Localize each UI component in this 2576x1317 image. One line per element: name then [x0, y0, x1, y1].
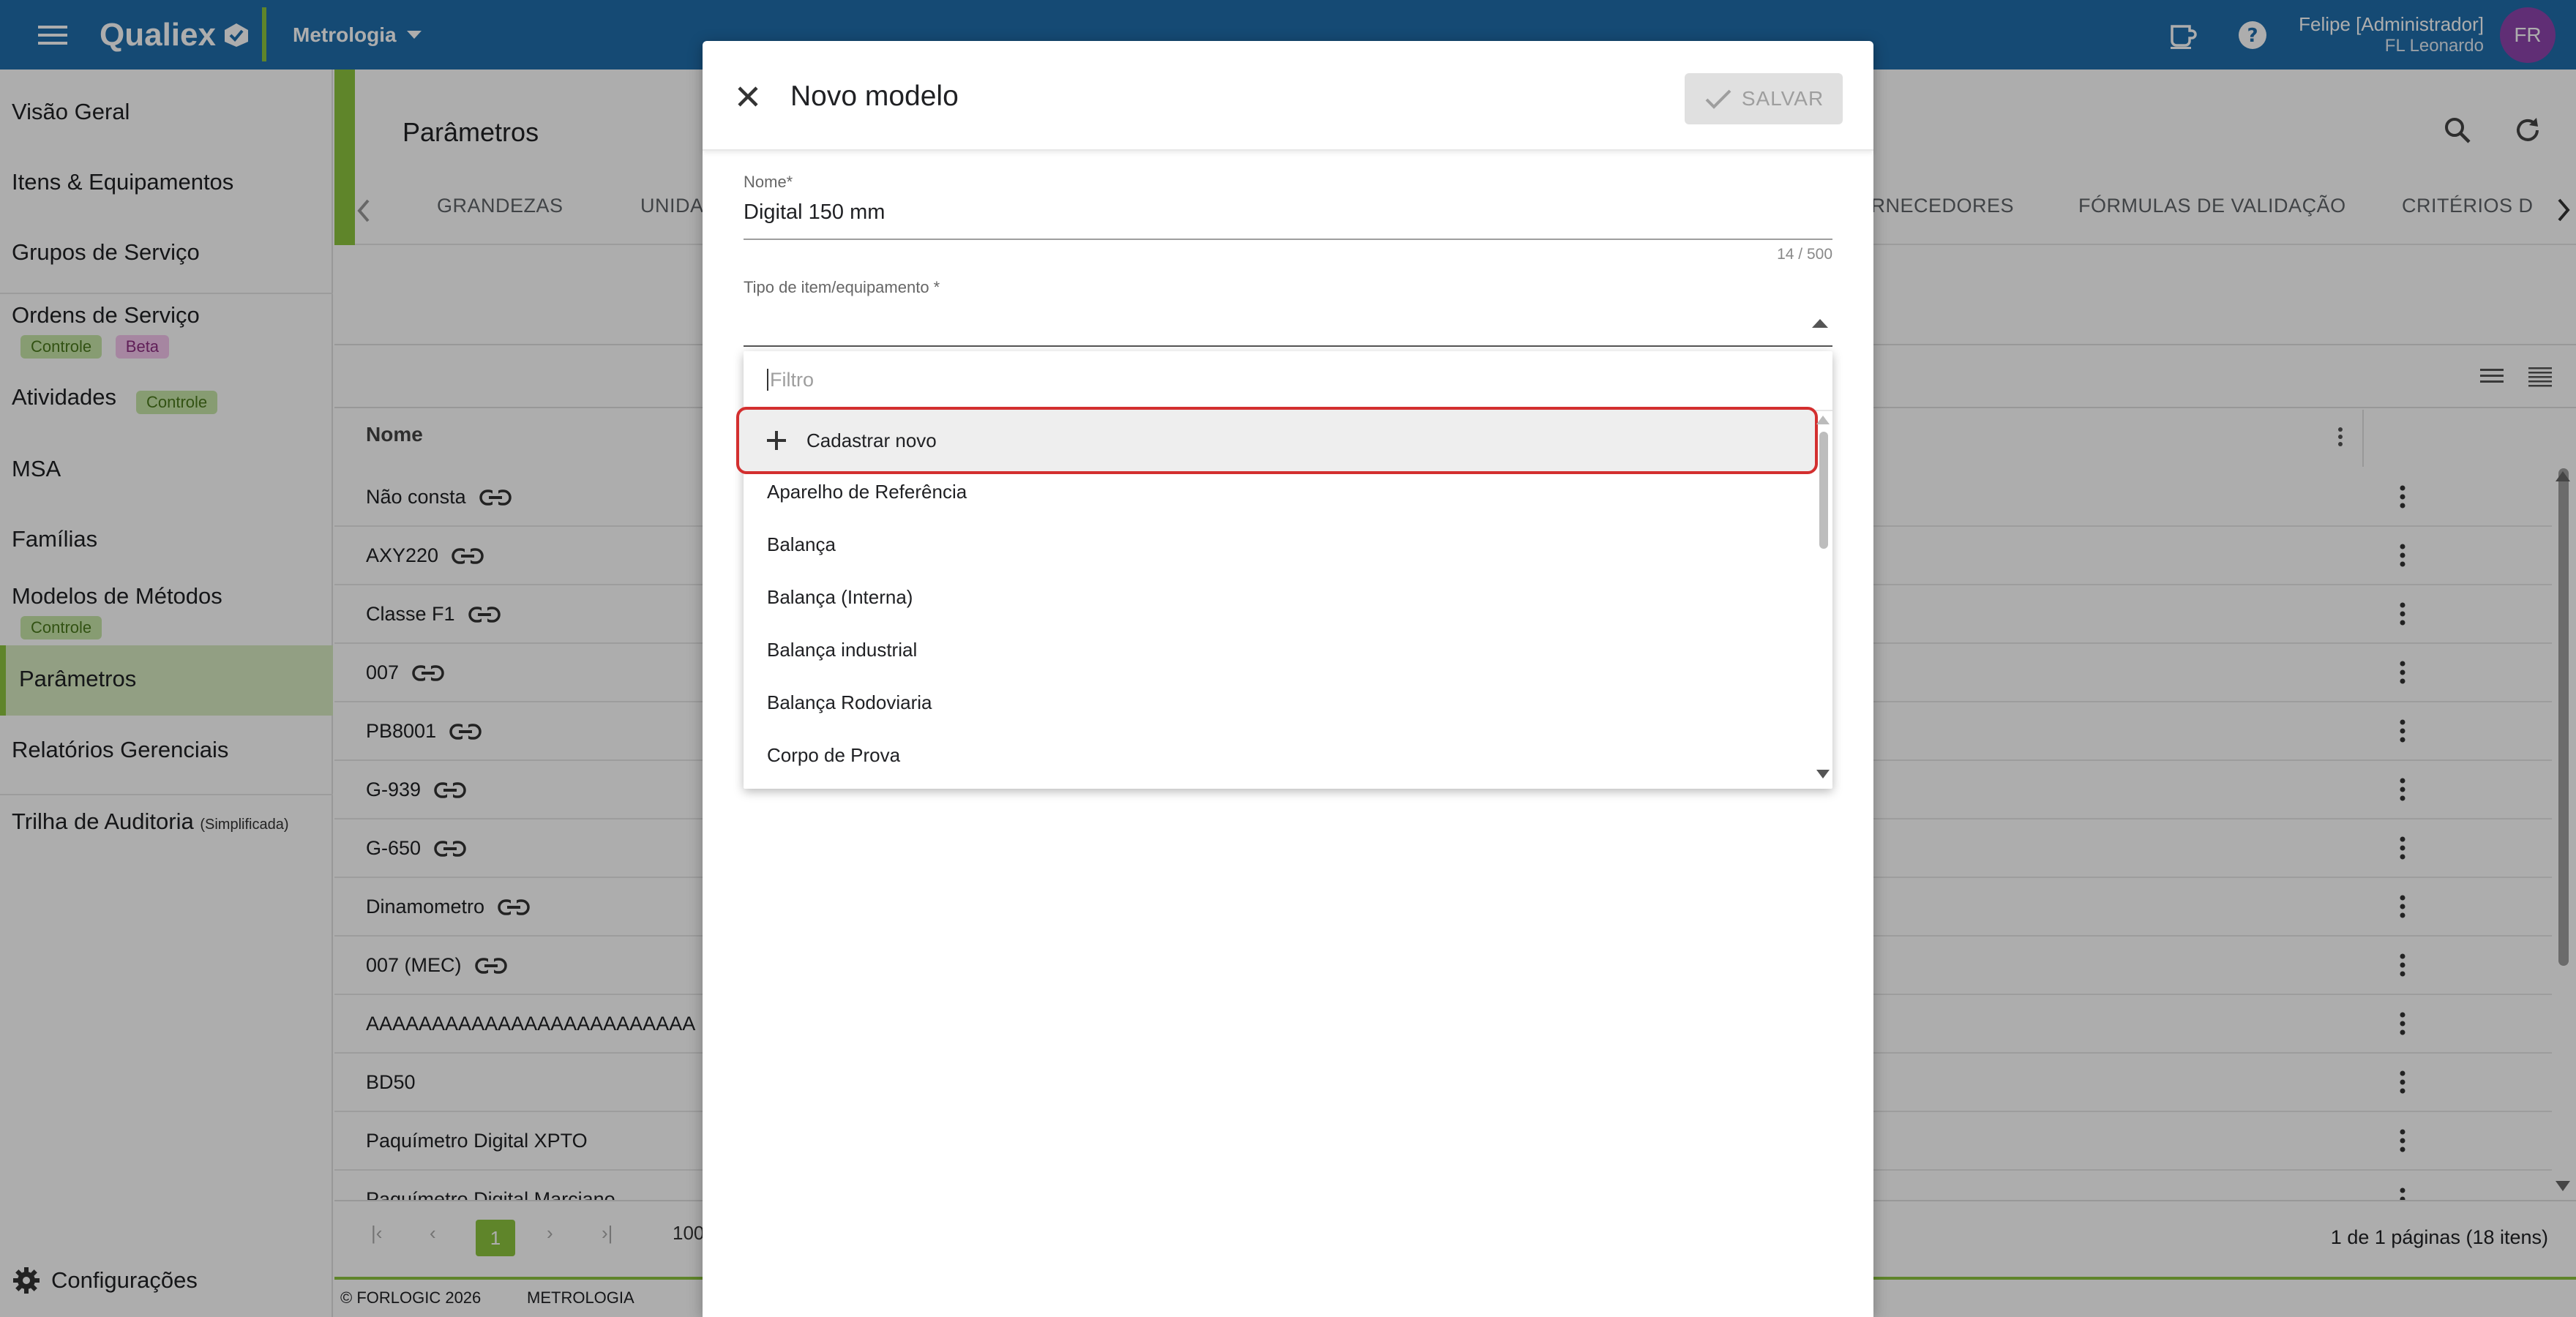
- name-field-label: Nome*: [744, 173, 793, 191]
- dialog-header: Novo modelo SALVAR: [703, 41, 1873, 151]
- filter-input[interactable]: Filtro: [767, 369, 814, 391]
- dropdown-option-label: Corpo de Prova: [767, 743, 901, 766]
- dropdown-option[interactable]: Corpo de Prova: [744, 729, 1818, 781]
- save-button[interactable]: SALVAR: [1685, 73, 1843, 124]
- name-field-underline: [744, 239, 1832, 240]
- type-dropdown-panel: Filtro Cadastrar novo Aparelho de Referê…: [736, 351, 1832, 789]
- dropdown-option[interactable]: Balança Rodoviaria: [744, 676, 1818, 729]
- dialog-title: Novo modelo: [790, 80, 959, 112]
- plus-icon: [765, 429, 787, 451]
- name-char-counter: 14 / 500: [1777, 246, 1832, 263]
- caret-up-icon: [1812, 319, 1828, 328]
- check-icon: [1704, 88, 1733, 110]
- type-field-label: Tipo de item/equipamento *: [744, 278, 940, 296]
- dropdown-option-label: Balança industrial: [767, 638, 918, 661]
- name-input[interactable]: Digital 150 mm: [744, 200, 885, 225]
- dropdown-option-label: Balança Rodoviaria: [767, 691, 932, 713]
- dropdown-option-label: Aparelho de Referência: [767, 480, 967, 503]
- dropdown-option[interactable]: Aparelho de Referência: [744, 465, 1818, 518]
- dropdown-option-label: Balança: [767, 533, 836, 555]
- dropdown-option[interactable]: Balança: [744, 518, 1818, 571]
- register-new-option[interactable]: Cadastrar novo: [736, 407, 1818, 474]
- dropdown-scrollbar[interactable]: [1819, 432, 1828, 549]
- dropdown-option[interactable]: Balança (Interna): [744, 571, 1818, 623]
- dropdown-option-label: Balança (Interna): [767, 585, 913, 608]
- dropdown-scroll-up-icon[interactable]: [1816, 416, 1830, 424]
- dropdown-scroll-down-icon[interactable]: [1816, 770, 1830, 778]
- close-icon[interactable]: [730, 79, 765, 114]
- type-select[interactable]: [744, 304, 1832, 345]
- type-field-underline: [744, 345, 1832, 347]
- dropdown-option[interactable]: Balança industrial: [744, 623, 1818, 676]
- register-new-label: Cadastrar novo: [806, 429, 937, 451]
- save-label: SALVAR: [1741, 87, 1824, 110]
